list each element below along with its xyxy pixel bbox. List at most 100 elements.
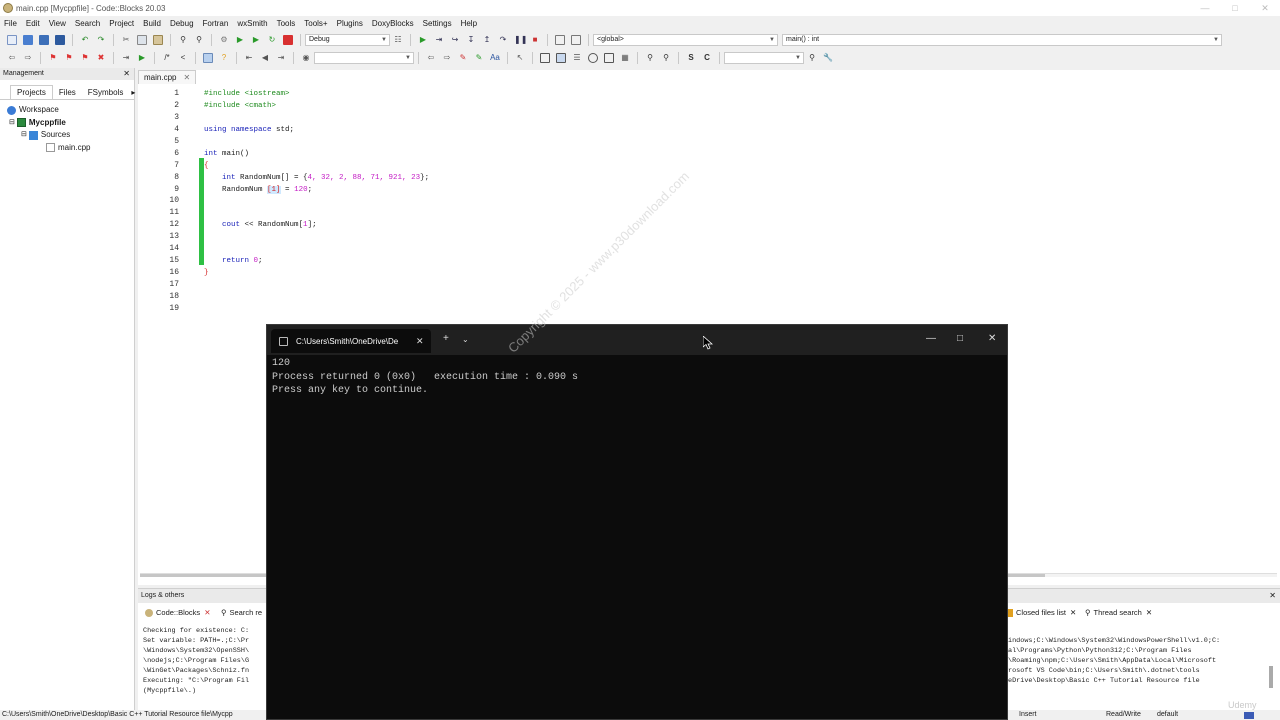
maximize-icon[interactable]: □ <box>1220 0 1250 16</box>
menu-view[interactable]: View <box>49 19 66 28</box>
bookmark-toggle-icon[interactable]: ⚑ <box>48 53 58 63</box>
close-icon[interactable]: ✕ <box>988 333 996 344</box>
console-titlebar[interactable]: C:\Users\Smith\OneDrive\De ✕ + ⌄ — □ ✕ <box>267 325 1007 355</box>
zoom-out-icon[interactable]: ⚲ <box>661 53 671 63</box>
debug-next-line-icon[interactable]: ↪ <box>450 35 460 45</box>
replace-icon[interactable]: ⚲ <box>194 35 204 45</box>
menu-debug[interactable]: Debug <box>170 19 194 28</box>
undo-icon[interactable]: ↶ <box>80 35 90 45</box>
rect-shape-icon[interactable] <box>540 52 550 63</box>
regex-icon[interactable]: Aa <box>490 53 500 63</box>
console-tab[interactable]: C:\Users\Smith\OneDrive\De ✕ <box>271 329 431 353</box>
jump-back-icon[interactable]: ⇦ <box>7 53 17 63</box>
rounded-shape-icon[interactable] <box>588 52 598 63</box>
paste-icon[interactable] <box>153 34 163 45</box>
thread-search-icon[interactable]: ⚲ <box>807 53 817 63</box>
logs-tab-search-results[interactable]: ⚲ Search re <box>221 607 262 619</box>
frame-shape-icon[interactable] <box>604 52 614 63</box>
search-combo[interactable]: ▼ <box>314 51 414 64</box>
close-icon[interactable]: ✕ <box>183 71 190 85</box>
find-next-icon[interactable]: ⇨ <box>442 53 452 63</box>
code-text[interactable]: #include <iostream> #include <cmath> usi… <box>204 88 429 279</box>
cut-icon[interactable]: ✂ <box>121 35 131 45</box>
debug-step-out-icon[interactable]: ↥ <box>482 35 492 45</box>
rebuild-icon[interactable]: ↻ <box>267 35 277 45</box>
tree-file-main[interactable]: main.cpp <box>0 142 134 155</box>
window-layout-icon[interactable] <box>556 52 566 63</box>
debug-windows-icon[interactable] <box>555 34 565 45</box>
thread-search-combo[interactable]: ▼ <box>724 51 804 64</box>
debug-pause-icon[interactable]: ❚❚ <box>514 35 527 45</box>
tab-scroll-icon[interactable]: ▸ <box>129 86 137 99</box>
symbol-c-icon[interactable]: C <box>702 53 712 63</box>
go-back-icon[interactable]: ◀ <box>260 53 270 63</box>
tab-projects[interactable]: Projects <box>10 85 53 99</box>
save-icon[interactable] <box>39 34 49 45</box>
build-target-select[interactable]: Debug ▼ <box>305 33 390 46</box>
build-gear-icon[interactable]: ⚙ <box>219 35 229 45</box>
tab-fsymbols[interactable]: FSymbols <box>82 86 130 99</box>
run-to-line-icon[interactable]: ▶ <box>137 53 147 63</box>
menu-wxsmith[interactable]: wxSmith <box>237 19 267 28</box>
go-prev-icon[interactable]: ⇤ <box>244 53 254 63</box>
copy-icon[interactable] <box>137 34 147 45</box>
help-icon[interactable]: ? <box>219 53 229 63</box>
cursor-select-icon[interactable]: ↖ <box>515 53 525 63</box>
logs-tab-closed-files[interactable]: Closed files list ✕ <box>1006 607 1076 619</box>
debug-next-instruction-icon[interactable]: ↷ <box>498 35 508 45</box>
menu-file[interactable]: File <box>4 19 17 28</box>
menu-fortran[interactable]: Fortran <box>203 19 229 28</box>
close-icon[interactable]: ✕ <box>1269 589 1276 603</box>
lines-layout-icon[interactable]: ☰ <box>572 53 582 63</box>
tree-folder-sources[interactable]: ⊟ Sources <box>0 129 134 142</box>
new-file-icon[interactable] <box>7 34 17 45</box>
logs-tab-thread-search[interactable]: ⚲ Thread search ✕ <box>1085 607 1152 619</box>
menu-help[interactable]: Help <box>461 19 477 28</box>
select-icon[interactable] <box>203 52 213 63</box>
minimize-icon[interactable]: — <box>1190 0 1220 16</box>
console-window[interactable]: C:\Users\Smith\OneDrive\De ✕ + ⌄ — □ ✕ 1… <box>266 324 1008 720</box>
thread-search-options-icon[interactable]: 🔧 <box>823 53 833 63</box>
menu-search[interactable]: Search <box>75 19 100 28</box>
go-next-icon[interactable]: ⇥ <box>276 53 286 63</box>
minimize-icon[interactable]: — <box>926 333 936 344</box>
close-icon[interactable]: ✕ <box>1070 607 1076 619</box>
tree-project[interactable]: ⊟ Mycppfile <box>0 117 134 130</box>
comment-icon[interactable]: /* <box>162 53 172 63</box>
find-icon[interactable]: ⚲ <box>178 35 188 45</box>
menu-build[interactable]: Build <box>143 19 161 28</box>
debug-stop-icon[interactable]: ■ <box>530 35 540 45</box>
new-tab-icon[interactable]: + <box>443 333 449 344</box>
close-icon[interactable]: ✕ <box>416 336 424 347</box>
find-prev-icon[interactable]: ⇦ <box>426 53 436 63</box>
debug-run-to-cursor-icon[interactable]: ⇥ <box>434 35 444 45</box>
mark-icon[interactable]: ✎ <box>474 53 484 63</box>
symbol-s-icon[interactable]: S <box>686 53 696 63</box>
close-icon[interactable]: ✕ <box>1146 607 1152 619</box>
close-icon[interactable]: ✕ <box>204 607 210 619</box>
menu-doxyblocks[interactable]: DoxyBlocks <box>372 19 414 28</box>
open-file-icon[interactable] <box>23 34 33 45</box>
stop-circle-icon[interactable]: ◉ <box>301 53 311 63</box>
editor-tab-main[interactable]: main.cpp ✕ <box>138 70 197 85</box>
maximize-icon[interactable]: □ <box>957 333 963 344</box>
highlight-pen-icon[interactable]: ✎ <box>458 53 468 63</box>
logs-scrollbar-thumb[interactable] <box>1269 666 1273 688</box>
target-options-icon[interactable]: ☷ <box>393 35 403 45</box>
logs-tab-codeblocks[interactable]: Code::Blocks ✕ <box>145 607 210 619</box>
run-icon[interactable]: ▶ <box>235 35 245 45</box>
menu-settings[interactable]: Settings <box>423 19 452 28</box>
save-all-icon[interactable] <box>55 34 65 45</box>
debug-step-into-icon[interactable]: ↧ <box>466 35 476 45</box>
debug-info-icon[interactable] <box>571 34 581 45</box>
menu-plugins[interactable]: Plugins <box>337 19 363 28</box>
scope-select[interactable]: <global> ▼ <box>593 33 778 46</box>
redo-icon[interactable]: ↷ <box>96 35 106 45</box>
bookmark-next-icon[interactable]: ⚑ <box>80 53 90 63</box>
zoom-in-icon[interactable]: ⚲ <box>645 53 655 63</box>
collapse-icon[interactable]: ⊟ <box>21 129 27 141</box>
menu-edit[interactable]: Edit <box>26 19 40 28</box>
collapse-icon[interactable]: ⊟ <box>9 117 15 129</box>
tab-files[interactable]: Files <box>53 86 82 99</box>
grid-icon[interactable]: ▦ <box>620 53 630 63</box>
